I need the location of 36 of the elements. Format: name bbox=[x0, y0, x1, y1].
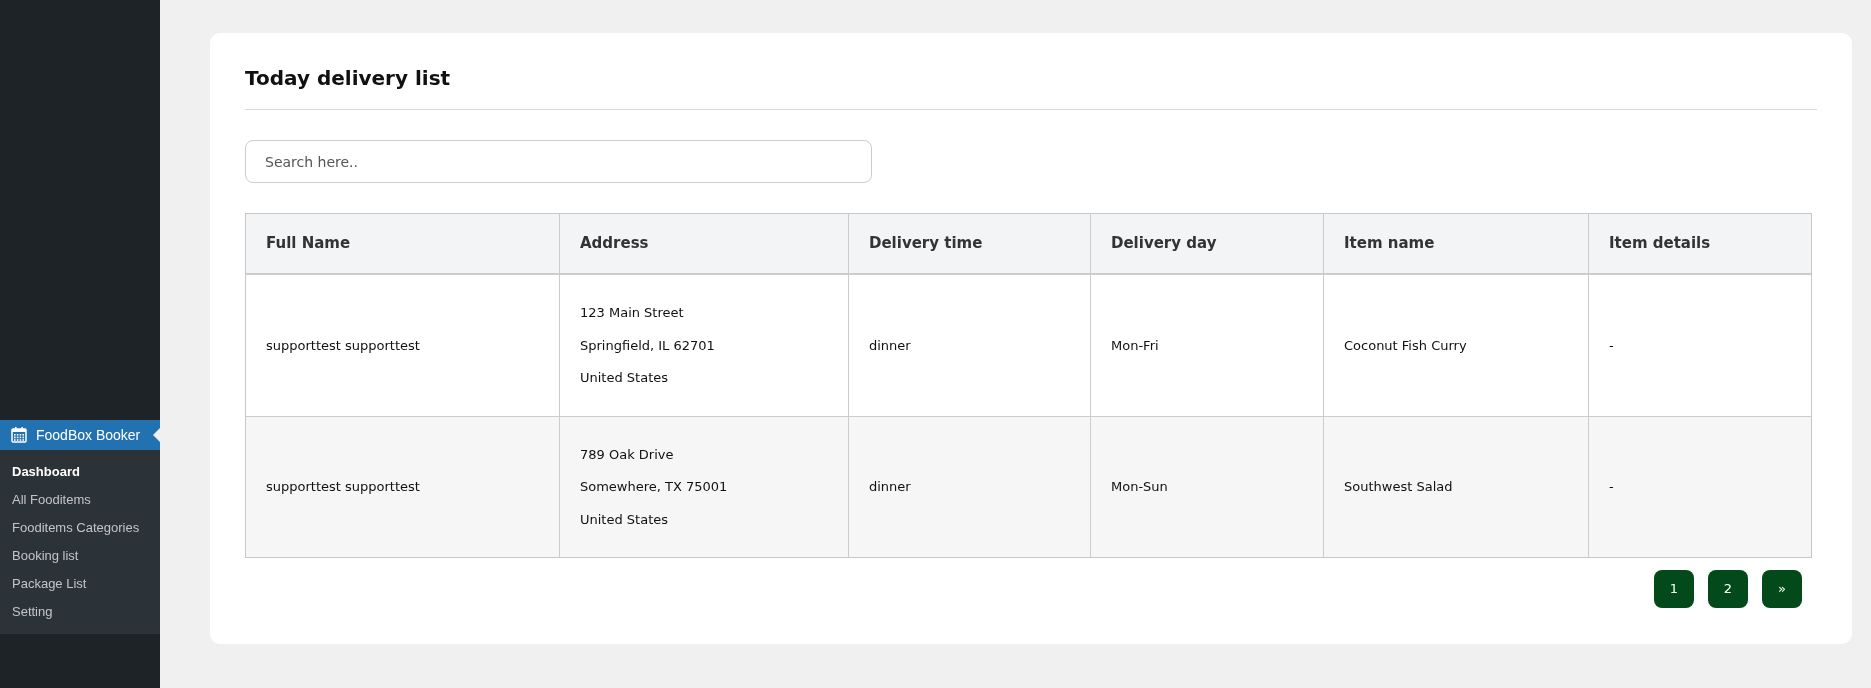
address-line: United States bbox=[580, 510, 670, 529]
table-cell-text: Coconut Fish Curry bbox=[1344, 336, 1468, 355]
address-line: 789 Oak Drive bbox=[580, 445, 675, 464]
column-header: Item name bbox=[1323, 214, 1588, 273]
address-line: Somewhere, TX 75001 bbox=[580, 478, 729, 497]
table-cell-text: Mon-Sun bbox=[1111, 478, 1169, 497]
pointer-notch-icon bbox=[153, 428, 160, 442]
sidebar-menu-item[interactable]: Booking list bbox=[0, 542, 160, 570]
search-field[interactable]: Search here.. bbox=[245, 140, 872, 183]
page-button[interactable]: 1 bbox=[1654, 570, 1694, 608]
page-button[interactable]: » bbox=[1762, 570, 1802, 608]
address-line: Springfield, IL 62701 bbox=[580, 336, 716, 355]
column-header: Full Name bbox=[265, 233, 352, 255]
table-cell-text: Southwest Salad bbox=[1344, 478, 1454, 497]
table-cell-text: dinner bbox=[869, 478, 912, 497]
sidebar-plugin-item[interactable]: FoodBox Booker bbox=[0, 420, 160, 450]
sidebar-menu-item[interactable]: Fooditems Categories bbox=[0, 514, 160, 542]
page-button[interactable]: 2 bbox=[1708, 570, 1748, 608]
column-header: Delivery time bbox=[848, 214, 1090, 273]
sidebar-menu-item[interactable]: All Fooditems bbox=[0, 486, 160, 514]
address-line: 123 Main Street bbox=[580, 304, 685, 323]
table-cell-text: - bbox=[1609, 336, 1615, 355]
calendar-icon bbox=[10, 426, 28, 444]
column-header: Address bbox=[559, 214, 848, 273]
table-cell-text: supporttest supporttest bbox=[266, 336, 421, 355]
table-cell-text: - bbox=[1609, 478, 1615, 497]
sidebar-menu-item[interactable]: Dashboard bbox=[0, 458, 160, 486]
address-line: United States bbox=[580, 369, 670, 388]
column-header: Item details bbox=[1588, 214, 1811, 273]
page-title: Today delivery list bbox=[245, 65, 452, 92]
column-header: Delivery day bbox=[1090, 214, 1323, 273]
sidebar-menu-item[interactable]: Package List bbox=[0, 570, 160, 598]
table-cell-text: Mon-Fri bbox=[1111, 336, 1160, 355]
sidebar-menu-item[interactable]: Setting bbox=[0, 598, 160, 626]
table-cell-text: dinner bbox=[869, 336, 912, 355]
table-cell-text: supporttest supporttest bbox=[266, 478, 421, 497]
